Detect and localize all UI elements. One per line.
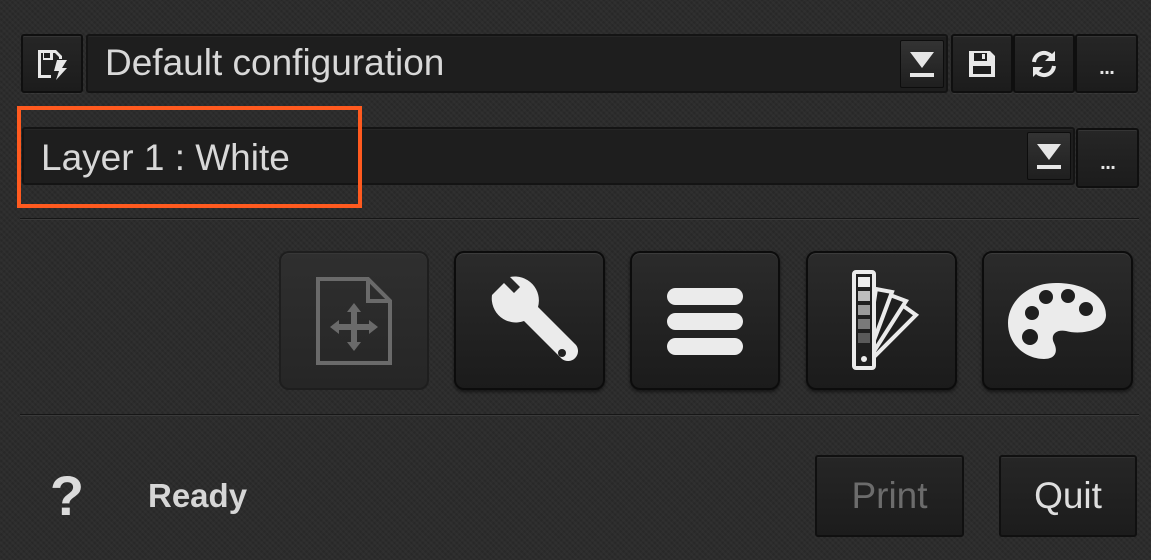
reload-config-button[interactable] — [1013, 34, 1075, 93]
status-text: Ready — [148, 477, 248, 514]
wrench-icon — [491, 275, 578, 361]
layer-dropdown-button[interactable] — [1027, 132, 1071, 180]
flash-save-icon — [38, 49, 67, 80]
refresh-icon — [1032, 50, 1056, 77]
save-config-button[interactable] — [951, 34, 1013, 93]
layer-more-button[interactable]: ... — [1076, 128, 1139, 188]
configuration-dropdown-button[interactable] — [900, 40, 944, 88]
settings-tool-button[interactable] — [454, 251, 605, 390]
list-tool-button[interactable] — [630, 251, 780, 390]
color-swatch-fan-icon — [851, 269, 919, 370]
top-separator — [20, 218, 1139, 220]
help-button[interactable]: ? — [44, 465, 90, 527]
swatch-tool-button[interactable] — [806, 251, 957, 390]
config-more-label: ... — [1098, 59, 1115, 78]
palette-tool-button[interactable] — [982, 251, 1133, 390]
bottom-separator — [20, 414, 1139, 416]
highlight-box — [17, 106, 362, 208]
chevron-down-icon — [910, 52, 934, 77]
quit-button[interactable]: Quit — [999, 455, 1137, 537]
configuration-value: Default configuration — [105, 42, 445, 83]
chevron-down-icon — [1037, 144, 1061, 169]
page-move-icon — [316, 276, 392, 365]
floppy-disk-icon — [969, 50, 995, 77]
stack-icon — [667, 287, 743, 355]
load-config-button[interactable] — [21, 34, 83, 93]
print-panel: Default configuration ... Layer 1 : Whit… — [0, 0, 1151, 560]
paint-palette-icon — [1007, 282, 1106, 359]
configuration-combobox[interactable]: Default configuration — [86, 34, 948, 93]
layer-more-label: ... — [1099, 153, 1116, 173]
position-tool-button[interactable] — [279, 251, 429, 390]
config-more-button[interactable]: ... — [1075, 34, 1138, 93]
print-button[interactable]: Print — [815, 455, 964, 537]
